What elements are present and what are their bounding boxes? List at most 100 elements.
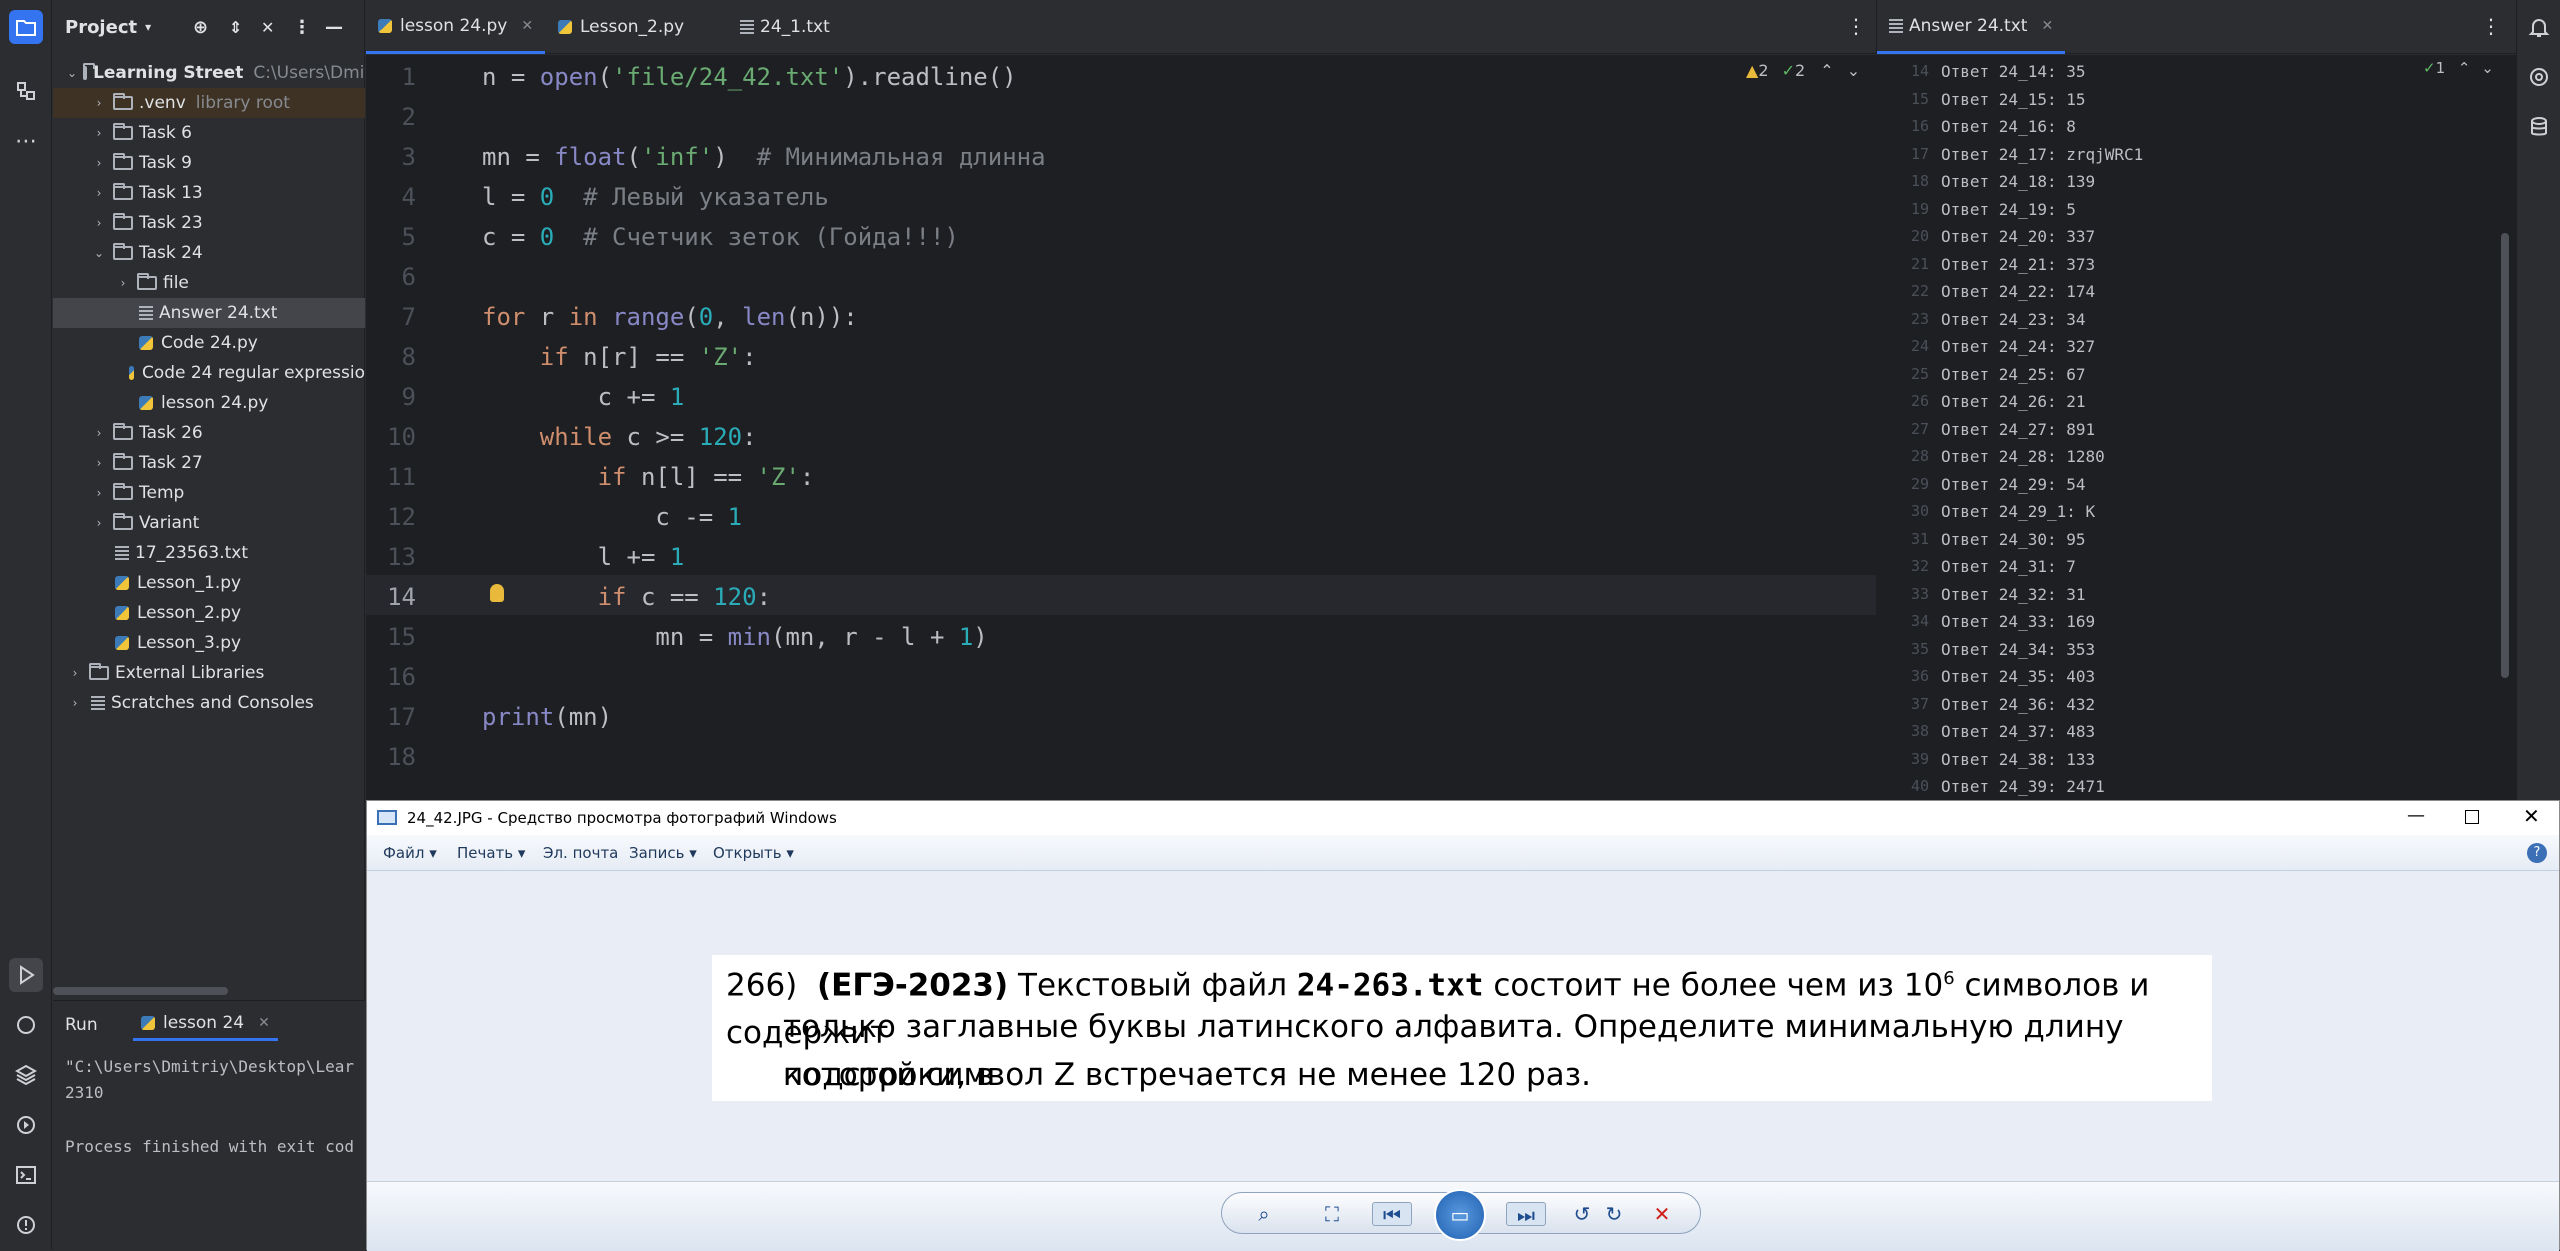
code-line[interactable]: l = 0 # Левый указатель xyxy=(482,183,829,211)
chevron-down-icon[interactable]: ⌄ xyxy=(2481,59,2494,77)
answer-line[interactable]: Ответ 24_29: 54 xyxy=(1941,475,2086,494)
answer-file-view[interactable]: 14 Ответ 24_14: 35 15 Ответ 24_15: 15 16 Отве… xyxy=(1876,55,2516,800)
python-packages-icon[interactable] xyxy=(9,1058,43,1092)
collapse-all-icon[interactable]: ✕ xyxy=(261,18,274,37)
tab-24-1-txt[interactable]: 24_1.txt xyxy=(728,0,842,54)
menu-burn[interactable]: Запись ▾ xyxy=(629,844,697,862)
tabs-menu-icon[interactable]: ⋮ xyxy=(1846,14,1866,38)
next-icon[interactable]: ⏭ xyxy=(1506,1202,1546,1227)
rotate-left-icon[interactable]: ↺ xyxy=(1570,1202,1594,1226)
chevron-down-icon[interactable]: ⌄ xyxy=(1847,61,1860,80)
maximize-icon[interactable] xyxy=(2465,810,2479,824)
chevron-up-icon[interactable]: ⌃ xyxy=(1820,61,1833,80)
tree-item[interactable]: 17_23563.txt xyxy=(53,538,365,568)
code-line[interactable]: if n[r] == 'Z': xyxy=(482,343,757,371)
answer-line[interactable]: Ответ 24_17: zrqjWRC1 xyxy=(1941,145,2143,164)
menu-print[interactable]: Печать ▾ xyxy=(457,844,525,862)
minimize-icon[interactable]: — xyxy=(2407,805,2425,826)
tree-item[interactable]: › file xyxy=(53,268,365,298)
answer-line[interactable]: Ответ 24_35: 403 xyxy=(1941,667,2095,686)
answer-line[interactable]: Ответ 24_16: 8 xyxy=(1941,117,2076,136)
chevron-right-icon[interactable]: › xyxy=(91,426,107,440)
chevron-right-icon[interactable]: › xyxy=(91,126,107,140)
tab-lesson-2[interactable]: Lesson_2.py xyxy=(546,0,696,54)
answer-line[interactable]: Ответ 24_19: 5 xyxy=(1941,200,2076,219)
chevron-right-icon[interactable]: › xyxy=(91,516,107,530)
tree-item[interactable]: Code 24 regular expressio xyxy=(53,358,365,388)
chevron-right-icon[interactable]: › xyxy=(91,486,107,500)
chevron-up-icon[interactable]: ⌃ xyxy=(2458,59,2471,77)
answer-line[interactable]: Ответ 24_31: 7 xyxy=(1941,557,2076,576)
tree-item[interactable]: › Scratches and Consoles xyxy=(53,688,365,718)
tree-item[interactable]: Lesson_1.py xyxy=(53,568,365,598)
problems-icon[interactable] xyxy=(9,1208,43,1242)
code-line[interactable]: c = 0 # Счетчик зеток (Гойда!!!) xyxy=(482,223,959,251)
locate-icon[interactable]: ⊕ xyxy=(193,17,208,38)
tree-item[interactable]: lesson 24.py xyxy=(53,388,365,418)
tab-answer-24[interactable]: Answer 24.txt ✕ xyxy=(1877,0,2066,54)
answer-line[interactable]: Ответ 24_32: 31 xyxy=(1941,585,2086,604)
answer-line[interactable]: Ответ 24_38: 133 xyxy=(1941,750,2095,769)
menu-file[interactable]: Файл ▾ xyxy=(383,844,437,862)
run-tab[interactable]: lesson 24 ✕ xyxy=(133,1007,278,1041)
tree-item[interactable]: › Task 23 xyxy=(53,208,365,238)
code-line[interactable]: mn = float('inf') # Минимальная длинна xyxy=(482,143,1046,171)
tree-item[interactable]: › Task 13 xyxy=(53,178,365,208)
code-editor[interactable]: 1 2 3 4 5 6 7 8 9 10 11 12 13 14 15 16 17 18 n = open('fi… xyxy=(366,55,1876,800)
answer-line[interactable]: Ответ 24_25: 67 xyxy=(1941,365,2086,384)
intention-bulb-icon[interactable] xyxy=(490,584,504,602)
chevron-right-icon[interactable]: › xyxy=(67,666,83,680)
code-line[interactable]: while c >= 120: xyxy=(482,423,757,451)
services-icon[interactable] xyxy=(9,1108,43,1142)
chevron-down-icon[interactable]: ⌄ xyxy=(91,246,107,260)
chevron-right-icon[interactable]: › xyxy=(67,696,83,710)
viewer-title-bar[interactable]: 24_42.JPG - Средство просмотра фотографи… xyxy=(367,801,2559,835)
code-line[interactable]: mn = min(mn, r - l + 1) xyxy=(482,623,987,651)
database-icon[interactable] xyxy=(2522,110,2556,144)
answer-line[interactable]: Ответ 24_39: 2471 xyxy=(1941,777,2105,796)
expand-all-icon[interactable]: ⇕ xyxy=(229,18,242,37)
ai-assistant-icon[interactable] xyxy=(2522,60,2556,94)
rotate-right-icon[interactable]: ↻ xyxy=(1602,1202,1626,1226)
code-line[interactable]: print(mn) xyxy=(482,703,612,731)
answer-line[interactable]: Ответ 24_20: 337 xyxy=(1941,227,2095,246)
horizontal-scrollbar[interactable] xyxy=(53,987,228,995)
hide-icon[interactable]: — xyxy=(325,17,343,38)
actual-size-icon[interactable]: ⛶ xyxy=(1320,1202,1344,1226)
delete-icon[interactable]: ✕ xyxy=(1650,1202,1674,1226)
notifications-icon[interactable] xyxy=(2522,10,2556,44)
tree-item[interactable]: › Task 9 xyxy=(53,148,365,178)
close-icon[interactable]: ✕ xyxy=(521,18,533,34)
tree-item[interactable]: Lesson_2.py xyxy=(53,598,365,628)
chevron-down-icon[interactable]: ▾ xyxy=(145,20,151,34)
tree-item[interactable]: › Task 27 xyxy=(53,448,365,478)
menu-open[interactable]: Открыть ▾ xyxy=(713,844,794,862)
tree-item[interactable]: › Task 6 xyxy=(53,118,365,148)
answer-line[interactable]: Ответ 24_24: 327 xyxy=(1941,337,2095,356)
code-line[interactable]: for r in range(0, len(n)): xyxy=(482,303,858,331)
close-icon[interactable]: ✕ xyxy=(258,1015,270,1031)
terminal-icon[interactable] xyxy=(9,1158,43,1192)
menu-email[interactable]: Эл. почта xyxy=(543,844,618,862)
options-icon[interactable]: ⋮ xyxy=(293,17,311,38)
chevron-right-icon[interactable]: › xyxy=(91,156,107,170)
code-line[interactable]: if c == 120: xyxy=(482,583,771,611)
code-line[interactable]: if n[l] == 'Z': xyxy=(482,463,815,491)
chevron-right-icon[interactable]: › xyxy=(91,186,107,200)
answer-line[interactable]: Ответ 24_29_1: K xyxy=(1941,502,2095,521)
chevron-right-icon[interactable]: › xyxy=(115,276,131,290)
code-line[interactable]: n = open('file/24_42.txt').readline() xyxy=(482,63,1017,91)
answer-line[interactable]: Ответ 24_34: 353 xyxy=(1941,640,2095,659)
tree-item[interactable]: Lesson_3.py xyxy=(53,628,365,658)
close-icon[interactable]: ✕ xyxy=(2041,18,2053,34)
tree-item[interactable]: › .venv library root xyxy=(53,88,365,118)
code-line[interactable]: l += 1 xyxy=(482,543,685,571)
help-icon[interactable]: ? xyxy=(2527,843,2547,863)
inspection-widget[interactable]: ▲2 ✓2 ⌃ ⌄ xyxy=(1746,61,1860,80)
chevron-right-icon[interactable]: › xyxy=(91,456,107,470)
tree-item[interactable]: › Task 26 xyxy=(53,418,365,448)
more-tools-icon[interactable]: ⋯ xyxy=(9,124,43,158)
structure-tool-icon[interactable] xyxy=(9,74,43,108)
answer-line[interactable]: Ответ 24_37: 483 xyxy=(1941,722,2095,741)
code-line[interactable]: c -= 1 xyxy=(482,503,742,531)
